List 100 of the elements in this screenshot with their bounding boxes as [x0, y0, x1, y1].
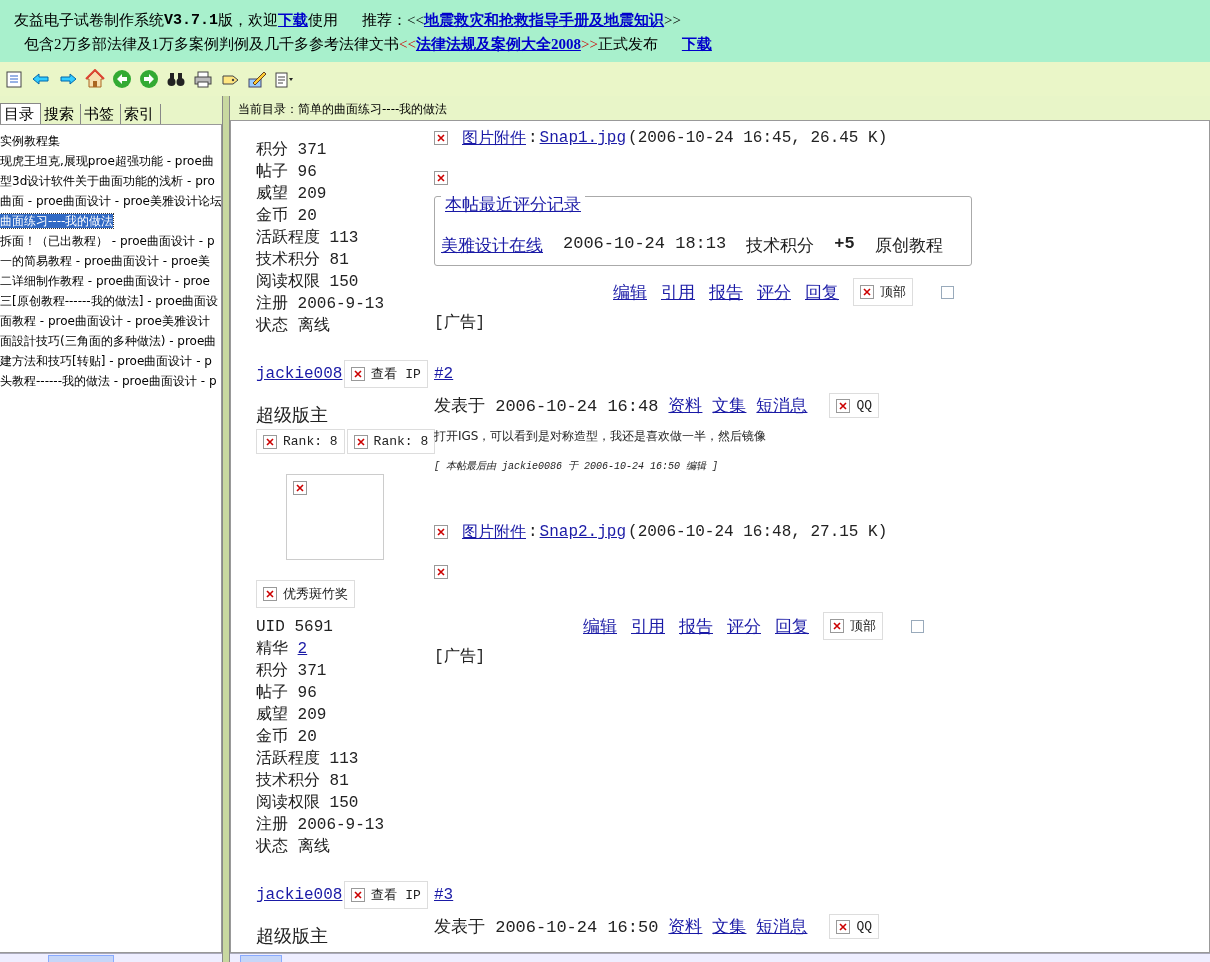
broken-image-icon — [351, 888, 366, 902]
stat-label: 活跃程度 — [256, 750, 320, 768]
banner-text: 使用 — [308, 10, 338, 30]
banner-text: 推荐：<< — [362, 10, 424, 30]
rating-time: 2006-10-24 18:13 — [563, 234, 727, 255]
tree-item[interactable]: 型3d设计软件关于曲面功能的浅析 - pro — [0, 174, 215, 188]
post-number-link[interactable]: #2 — [434, 365, 454, 383]
banner-link[interactable]: 下载 — [681, 34, 712, 54]
post-action-link[interactable]: 编辑 — [613, 280, 647, 304]
banner-text: 正式发布 — [597, 34, 658, 54]
stat-value: 150 — [329, 273, 359, 291]
rater-link[interactable]: 美雅设计在线 — [441, 234, 543, 257]
alt-text: 顶部 — [850, 618, 876, 635]
pane-splitter[interactable] — [222, 96, 230, 962]
rating-reason: 原创教程 — [874, 236, 943, 257]
banner-text: 版，欢迎 — [218, 10, 278, 30]
broken-image-icon — [860, 285, 874, 299]
qq-button[interactable]: QQ — [829, 393, 880, 418]
post-action-link[interactable]: 引用 — [631, 614, 665, 638]
user-role: 超级版主 — [256, 405, 329, 427]
horizontal-scrollbar[interactable] — [0, 953, 222, 962]
alt-text: 查看 IP — [371, 366, 421, 383]
attachment-file-link[interactable]: Snap1.jpg — [539, 129, 627, 147]
tree-item[interactable]: 面教程 - proe曲面设计 - proe美雅设计 — [0, 314, 210, 328]
attachment-label-link[interactable]: 图片附件 — [462, 521, 526, 543]
back-to-top-button[interactable]: 顶部 — [853, 278, 913, 306]
stat-label: 状态 — [256, 317, 288, 335]
qq-button[interactable]: QQ — [829, 914, 880, 939]
stat-value: 209 — [297, 185, 327, 203]
tree-item[interactable]: 现虎王坦克,展现proe超强功能 - proe曲 — [0, 154, 214, 168]
profile-link[interactable]: 文集 — [712, 394, 747, 417]
tree-item[interactable]: 建方法和技巧[转贴] - proe曲面设计 - p — [0, 354, 212, 368]
post-number-link[interactable]: #3 — [434, 886, 454, 904]
tree-item[interactable]: 曲面 - proe曲面设计 - proe美雅设计论坛 — [0, 194, 221, 208]
bracket-text: << — [399, 35, 416, 53]
tree-item[interactable]: 二详细制作教程 - proe曲面设计 - proe — [0, 274, 210, 288]
alt-text: Rank: 8 — [373, 434, 429, 449]
stat-value: 113 — [329, 750, 359, 768]
alt-text: QQ — [856, 919, 873, 934]
stat-value: 371 — [297, 141, 327, 159]
banner-link[interactable]: 地震救灾和抢救指导手册及地震知识 — [423, 10, 664, 30]
forward-circle-icon[interactable] — [138, 68, 160, 90]
tree-item[interactable]: 头教程------我的做法 - proe曲面设计 - p — [0, 374, 217, 388]
attachment-file-link[interactable]: Snap2.jpg — [539, 523, 627, 541]
post-action-link[interactable]: 编辑 — [583, 614, 617, 638]
user-role: 超级版主 — [256, 926, 329, 948]
back-circle-icon[interactable] — [111, 68, 133, 90]
username-link[interactable]: jackie008 — [256, 365, 343, 383]
banner-link[interactable]: 法律法规及案例大全2008 — [415, 34, 581, 54]
broken-image-icon — [353, 434, 368, 449]
stat-value: 5691 — [294, 618, 333, 636]
stat-label: 技术积分 — [256, 251, 320, 269]
view-ip-button[interactable]: 查看 IP — [344, 881, 428, 909]
tree-item[interactable]: 一的简易教程 - proe曲面设计 - proe美 — [0, 254, 210, 268]
printer-icon[interactable] — [192, 68, 214, 90]
post-action-link[interactable]: 评分 — [727, 614, 761, 638]
profile-link[interactable]: 资料 — [668, 915, 703, 938]
stat-value: 81 — [329, 251, 349, 269]
select-checkbox[interactable] — [911, 619, 924, 633]
back-to-top-button[interactable]: 顶部 — [823, 612, 883, 640]
banner-link[interactable]: 下载 — [278, 10, 308, 30]
view-ip-button[interactable]: 查看 IP — [344, 360, 428, 388]
tree-item[interactable]: 曲面练习----我的做法 — [0, 214, 114, 228]
stat-label: 积分 — [256, 662, 288, 680]
tree-item[interactable]: 拆面！（已出教程） - proe曲面设计 - p — [0, 234, 215, 248]
stat-link[interactable]: 2 — [297, 640, 308, 658]
select-checkbox[interactable] — [941, 285, 954, 299]
tree-item[interactable]: 面設計技巧(三角面的多种做法) - proe曲 — [0, 334, 217, 348]
broken-image-icon — [434, 565, 448, 579]
banner-text: >> — [663, 11, 681, 29]
contents-icon[interactable] — [3, 68, 25, 90]
tree-item[interactable]: 实例教程集 — [0, 134, 60, 148]
post-action-link[interactable]: 引用 — [661, 280, 695, 304]
alt-text: 查看 IP — [371, 887, 421, 904]
separator: : — [528, 523, 538, 541]
username-link[interactable]: jackie008 — [256, 886, 343, 904]
post-action-link[interactable]: 报告 — [709, 280, 743, 304]
profile-link[interactable]: 资料 — [668, 394, 703, 417]
post-action-link[interactable]: 评分 — [757, 280, 791, 304]
rating-score: +5 — [834, 234, 855, 255]
profile-link[interactable]: 文集 — [712, 915, 747, 938]
post-action-link[interactable]: 报告 — [679, 614, 713, 638]
profile-link[interactable]: 短消息 — [756, 915, 808, 938]
post-date: 发表于 2006-10-24 16:48 — [434, 396, 659, 417]
home-icon[interactable] — [84, 68, 106, 90]
broken-image-icon — [836, 919, 851, 934]
stat-label: UID — [256, 618, 285, 636]
post-action-link[interactable]: 回复 — [805, 280, 839, 304]
tree-item[interactable]: 三[原创教程------我的做法] - proe曲面设 — [0, 294, 219, 308]
rank-image[interactable]: Rank: 8 — [256, 429, 345, 454]
stat-value: 96 — [297, 163, 317, 181]
post-date: 发表于 2006-10-24 16:50 — [434, 917, 659, 938]
sidebar-tab[interactable]: 目录 — [0, 103, 41, 124]
profile-link[interactable]: 短消息 — [756, 394, 808, 417]
rating-item: 技术积分 — [746, 236, 815, 257]
stat-value: 113 — [329, 229, 359, 247]
post-action-link[interactable]: 回复 — [775, 614, 809, 638]
horizontal-scrollbar[interactable] — [230, 953, 1210, 962]
attachment-label-link[interactable]: 图片附件 — [462, 127, 526, 149]
medal-image[interactable]: 优秀斑竹奖 — [256, 580, 355, 608]
